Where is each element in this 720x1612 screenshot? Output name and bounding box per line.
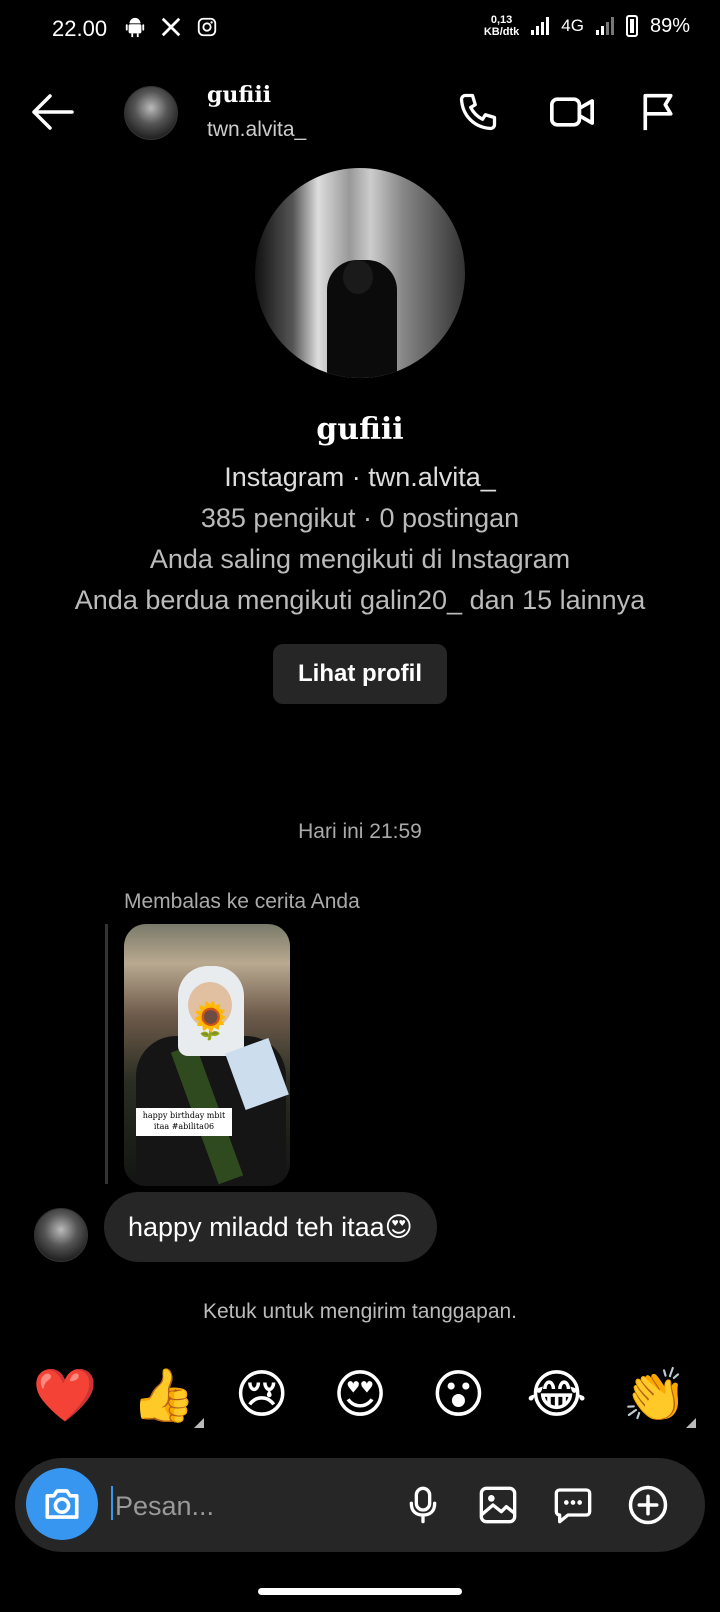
status-app-icons [124, 16, 218, 38]
status-right: 0,13 KB/dtk 4G 89% [484, 14, 690, 38]
reaction-thumbs-up[interactable]: 👍 [128, 1360, 205, 1430]
signal-icon [531, 17, 550, 35]
gallery-icon [479, 1486, 517, 1524]
more-options-button[interactable] [625, 1482, 671, 1528]
status-time: 22.00 [52, 16, 108, 41]
signal-icon-2 [595, 17, 614, 35]
call-button[interactable] [456, 90, 500, 139]
android-icon [125, 17, 145, 38]
chat-sticker-icon [554, 1488, 592, 1524]
profile-name: gufiii [316, 412, 404, 447]
camera-icon [45, 1489, 79, 1519]
profile-mutual: Anda saling mengikuti di Instagram [149, 544, 571, 574]
video-icon [549, 97, 594, 127]
microphone-icon [409, 1486, 437, 1524]
x-icon [161, 17, 181, 37]
video-call-button[interactable] [548, 90, 596, 139]
back-button[interactable] [30, 92, 74, 137]
reaction-crying[interactable]: 😢 [227, 1360, 297, 1430]
speed-unit: KB/dtk [483, 26, 520, 38]
gallery-button[interactable] [475, 1482, 521, 1528]
story-caption: happy birthday mbit itaa #abilita06 [136, 1108, 232, 1136]
report-button[interactable] [638, 90, 678, 139]
profile-avatar[interactable] [255, 168, 465, 378]
reaction-heart-eyes[interactable]: 😍 [325, 1360, 395, 1430]
story-thumbnail[interactable]: 🌻 happy birthday mbit itaa #abilita06 [124, 924, 290, 1186]
instagram-icon [197, 17, 217, 37]
skin-tone-indicator [194, 1418, 205, 1428]
reply-label: Membalas ke cerita Anda [124, 890, 360, 913]
header-name[interactable]: gufiii [207, 82, 271, 108]
battery-icon [625, 15, 638, 37]
header-username[interactable]: twn.alvita_ [207, 118, 306, 142]
reaction-laughing[interactable]: 😂 [522, 1360, 592, 1430]
home-indicator[interactable] [258, 1588, 462, 1595]
reaction-surprised[interactable]: 😮 [423, 1360, 493, 1430]
header-avatar[interactable] [124, 86, 178, 140]
reply-divider [105, 924, 108, 1184]
profile-stats: 385 pengikut · 0 postingan [200, 503, 520, 533]
flag-icon [643, 93, 673, 131]
quick-reactions: ❤️ 👍 😢 😍 😮 😂 👏 [30, 1360, 696, 1430]
message-input[interactable] [113, 1478, 367, 1534]
back-arrow-icon [32, 94, 74, 130]
network-speed: 0,13 KB/dtk [484, 14, 519, 38]
skin-tone-indicator-2 [685, 1418, 696, 1428]
profile-followers: Anda berdua mengikuti galin20_ dan 15 la… [74, 585, 646, 615]
sender-avatar[interactable] [34, 1208, 88, 1262]
reaction-clapping[interactable]: 👏 [620, 1360, 696, 1430]
message-timestamp: Hari ini 21:59 [298, 820, 422, 843]
speed-value: 0,13 [490, 14, 513, 26]
network-type: 4G [561, 16, 584, 35]
reply-hint[interactable]: Ketuk untuk mengirim tanggapan. [0, 1300, 720, 1324]
sunflower-sticker: 🌻 [188, 1000, 233, 1041]
voice-button[interactable] [400, 1482, 446, 1528]
clapping-emoji: 👏 [622, 1366, 688, 1425]
plus-icon [628, 1485, 668, 1525]
view-profile-button[interactable]: Lihat profil [273, 644, 447, 704]
reaction-heart[interactable]: ❤️ [30, 1360, 100, 1430]
sticker-button[interactable] [550, 1482, 596, 1528]
battery-level: 89% [649, 14, 690, 37]
message-bubble[interactable]: happy miladd teh itaa😍 [104, 1192, 437, 1262]
camera-button[interactable] [26, 1468, 98, 1540]
profile-source: Instagram · twn.alvita_ [224, 462, 496, 492]
phone-icon [459, 93, 497, 131]
thumbs-up-emoji: 👍 [130, 1366, 196, 1425]
